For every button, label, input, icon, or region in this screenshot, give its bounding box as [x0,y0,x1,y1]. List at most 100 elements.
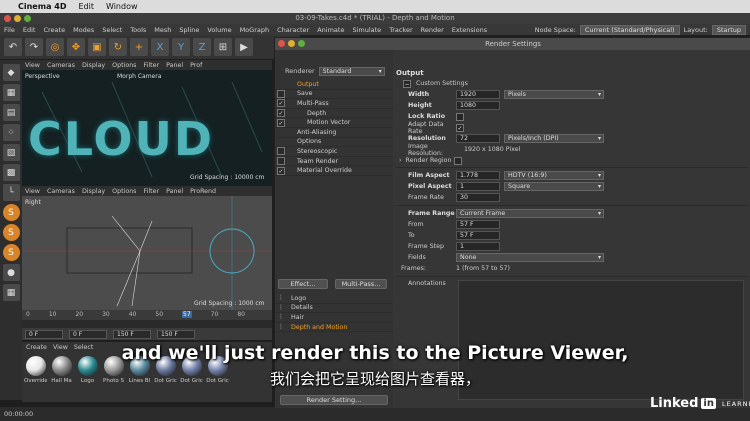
preset-toggle[interactable]: − [403,79,411,88]
undo-icon[interactable]: ↶ [4,38,22,56]
timeline-scrubber[interactable] [22,320,272,328]
live-select-icon[interactable]: ◎ [46,38,64,56]
x-axis-button[interactable]: X [151,38,169,56]
start-frame-field[interactable]: 0 F [25,330,63,339]
rs-zoom-icon[interactable] [298,40,305,47]
menu-mograph[interactable]: MoGraph [240,26,270,34]
rotate-icon[interactable]: ↻ [109,38,127,56]
renderer-select[interactable]: Standard [318,67,385,76]
add-icon[interactable]: + [130,38,148,56]
frame-rate-input[interactable]: 30 [456,193,500,202]
vp2-menu-filter[interactable]: Filter [143,188,159,195]
menu-extensions[interactable]: Extensions [452,26,487,34]
move-icon[interactable]: ✥ [67,38,85,56]
zoom-window-icon[interactable] [24,15,31,22]
points-mode-icon[interactable]: ⁘ [2,124,20,141]
menu-tracker[interactable]: Tracker [389,26,412,34]
texture-mode-icon[interactable]: ▦ [2,84,20,101]
vp2-menu-options[interactable]: Options [112,188,136,195]
snap-icon-2[interactable]: S [2,224,20,241]
snap-icon-1[interactable]: S [2,204,20,221]
resolution-unit-select[interactable]: Pixels/Inch (DPI) [504,134,604,143]
film-aspect-select[interactable]: HDTV (16:9) [504,171,604,180]
output-preset[interactable]: Custom Settings [416,80,468,87]
vp-menu-view[interactable]: View [25,62,40,69]
width-input[interactable]: 1920 [456,90,500,99]
lock-ratio-checkbox[interactable] [456,112,464,121]
menu-select[interactable]: Select [102,26,122,34]
redo-icon[interactable]: ↷ [25,38,43,56]
settings-tree-item[interactable]: Anti-Aliasing [275,128,393,138]
vp2-menu-panel[interactable]: Panel [166,188,183,195]
polygons-mode-icon[interactable]: ▩ [2,164,20,181]
node-space-select[interactable]: Current (Standard/Physical) [579,24,680,35]
perspective-viewport[interactable]: View Cameras Display Options Filter Pane… [22,60,272,186]
adapt-checkbox[interactable]: ✓ [456,123,464,132]
render-icon[interactable]: ▶ [235,38,253,56]
close-window-icon[interactable] [4,15,11,22]
to-input[interactable]: 57 F [456,231,500,240]
from-input[interactable]: 57 F [456,220,500,229]
settings-tree-item[interactable]: Save [275,89,393,100]
multi-pass-button[interactable]: Multi-Pass... [335,279,387,289]
vp-menu-display[interactable]: Display [82,62,105,69]
vp-menu-filter[interactable]: Filter [143,62,159,69]
pixel-aspect-input[interactable]: 1 [456,182,500,191]
vp-menu-panel[interactable]: Panel [166,62,183,69]
menu-create[interactable]: Create [43,26,65,34]
resolution-input[interactable]: 72 [456,134,500,143]
take-item[interactable]: ⋮ Hair [275,313,393,323]
vp-menu-options[interactable]: Options [112,62,136,69]
end-frame-field[interactable]: 150 F [113,330,151,339]
tree-checkbox[interactable]: ✓ [277,109,285,118]
menu-spline[interactable]: Spline [179,26,199,34]
timeline[interactable]: 0 10 20 30 40 50 57 70 80 0 F 0 F 150 F … [22,310,272,340]
layout-select[interactable]: Startup [711,24,746,35]
film-aspect-input[interactable]: 1.778 [456,171,500,180]
current-frame-field[interactable]: 0 F [69,330,107,339]
right-viewport[interactable]: View Cameras Display Options Filter Pane… [22,186,272,310]
tree-checkbox[interactable]: ✓ [277,118,285,127]
grid-icon[interactable]: ▦ [2,284,20,301]
effect-button[interactable]: Effect... [278,279,328,289]
menu-render[interactable]: Render [421,26,444,34]
vp2-menu-display[interactable]: Display [82,188,105,195]
frame-range-select[interactable]: Current Frame [456,209,604,218]
settings-tree-item[interactable]: ✓ Multi-Pass [275,99,393,109]
mac-menu-edit[interactable]: Edit [78,2,94,11]
mac-menu-window[interactable]: Window [106,2,138,11]
vp-menu-prof[interactable]: Prof [190,62,202,69]
vp2-menu-prorend[interactable]: ProRend [190,188,216,195]
vp-menu-cameras[interactable]: Cameras [47,62,75,69]
snap-icon-3[interactable]: S [2,244,20,261]
fields-select[interactable]: None [456,253,604,262]
tree-checkbox[interactable] [277,157,285,166]
menu-tools[interactable]: Tools [130,26,146,34]
axis-mode-icon[interactable]: └ [2,184,20,201]
settings-tree-item[interactable]: Stereoscopic [275,147,393,157]
settings-tree-item[interactable]: ✓ Material Override [275,166,393,176]
frame-step-input[interactable]: 1 [456,242,500,251]
max-frame-field[interactable]: 150 F [157,330,195,339]
edges-mode-icon[interactable]: ▧ [2,144,20,161]
menu-volume[interactable]: Volume [207,26,231,34]
vp2-menu-cameras[interactable]: Cameras [47,188,75,195]
settings-tree-item[interactable]: Team Render [275,157,393,167]
settings-tree-item[interactable]: ✓ Motion Vector [275,118,393,128]
y-axis-button[interactable]: Y [172,38,190,56]
expand-icon[interactable]: › [399,157,402,164]
take-item[interactable]: ⋮ Logo [275,294,393,304]
menu-animate[interactable]: Animate [317,26,344,34]
menu-character[interactable]: Character [277,26,309,34]
tree-checkbox[interactable]: ✓ [277,166,285,175]
rs-minimize-icon[interactable] [288,40,295,47]
settings-tree-item[interactable]: Options [275,138,393,148]
minimize-window-icon[interactable] [14,15,21,22]
menu-simulate[interactable]: Simulate [352,26,381,34]
size-unit-select[interactable]: Pixels [504,90,604,99]
take-item[interactable]: ⋮ Depth and Motion [275,323,393,333]
coordinate-system-icon[interactable]: ⊞ [214,38,232,56]
tree-checkbox[interactable] [277,147,285,156]
app-menu-cinema4d[interactable]: Cinema 4D [18,2,66,11]
tree-checkbox[interactable] [277,89,285,98]
